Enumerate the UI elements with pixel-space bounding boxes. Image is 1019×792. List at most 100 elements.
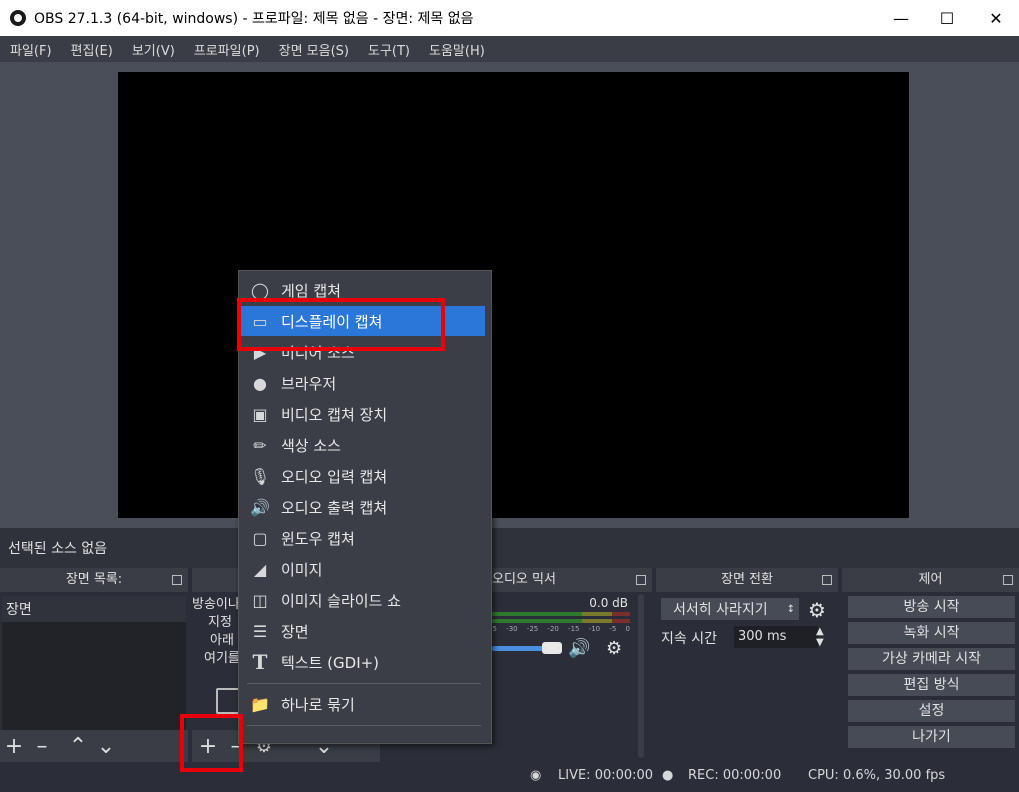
- title-bar: OBS 27.1.3 (64-bit, windows) - 프로파일: 제목 …: [0, 0, 1019, 36]
- volume-meter-green: [492, 619, 582, 623]
- float-dock-icon[interactable]: [1003, 575, 1013, 585]
- duration-input[interactable]: 300 ms: [734, 626, 818, 648]
- menu-item-image[interactable]: ◢ 이미지: [241, 554, 485, 584]
- menu-bar: 파일(F) 편집(E) 보기(V) 프로파일(P) 장면 모음(S) 도구(T)…: [0, 36, 1019, 62]
- studio-mode-button[interactable]: 편집 방식: [848, 674, 1015, 696]
- select-arrows-icon: ↕: [786, 603, 795, 615]
- speaker-icon[interactable]: 🔊: [568, 638, 590, 659]
- meter-tick: 0: [625, 625, 630, 633]
- menu-item-window-capture[interactable]: ▢ 윈도우 캡쳐: [241, 523, 485, 553]
- obs-logo-icon: [10, 10, 26, 26]
- move-scene-down-button[interactable]: ⌄: [92, 732, 120, 760]
- move-scene-up-button[interactable]: ⌃: [64, 732, 92, 760]
- scenes-dock-header: 장면 목록:: [0, 568, 188, 592]
- scenes-list: 장면: [2, 596, 186, 730]
- volume-meter-red: [612, 619, 630, 623]
- menu-profile[interactable]: 프로파일(P): [184, 40, 269, 59]
- menu-item-video-capture-device[interactable]: ▣ 비디오 캡쳐 장치: [241, 399, 485, 429]
- mixer-scrollbar[interactable]: [638, 594, 644, 758]
- menu-scene-collection[interactable]: 장면 모음(S): [269, 40, 358, 59]
- menu-file[interactable]: 파일(F): [0, 40, 61, 59]
- float-dock-icon[interactable]: [636, 575, 646, 585]
- transitions-dock: 장면 전환 서서히 사라지기 ↕ ⚙ 지속 시간 300 ms ▲ ▼: [656, 568, 838, 762]
- duration-label: 지속 시간: [661, 631, 717, 647]
- menu-tools[interactable]: 도구(T): [358, 40, 419, 59]
- volume-meter-yellow: [582, 619, 612, 623]
- add-scene-button[interactable]: +: [0, 732, 28, 760]
- meter-scale: -5 -30 -25 -20 -15 -10 -5 0: [490, 625, 630, 633]
- menu-separator: [247, 725, 481, 726]
- source-status-bar: 선택된 소스 없음: [0, 528, 1019, 568]
- duration-spinner[interactable]: ▲ ▼: [816, 626, 824, 648]
- settings-button[interactable]: 설정: [848, 700, 1015, 722]
- preview-area: [0, 62, 1019, 528]
- transition-select[interactable]: 서서히 사라지기 ↕: [661, 598, 799, 620]
- float-dock-icon[interactable]: [172, 575, 182, 585]
- start-recording-button[interactable]: 녹화 시작: [848, 622, 1015, 644]
- brush-icon: ✏: [253, 435, 267, 455]
- meter-tick: -15: [568, 625, 580, 633]
- menu-separator: [247, 683, 481, 684]
- menu-item-image-slideshow[interactable]: ◫ 이미지 슬라이드 쇼: [241, 585, 485, 615]
- hint-line: 여기를: [204, 651, 240, 666]
- menu-view[interactable]: 보기(V): [122, 40, 184, 59]
- exit-button[interactable]: 나가기: [848, 726, 1015, 748]
- camera-icon: ▣: [252, 404, 268, 424]
- controls-dock-header: 제어: [842, 568, 1019, 592]
- scenes-dock-title: 장면 목록:: [65, 572, 123, 587]
- close-button[interactable]: ✕: [973, 0, 1019, 36]
- meter-tick: -20: [547, 625, 559, 633]
- menu-item-audio-output-capture[interactable]: 🔊 오디오 출력 캡쳐: [241, 492, 485, 522]
- rec-time: REC: 00:00:00: [688, 768, 782, 783]
- controls-dock: 제어 방송 시작 녹화 시작 가상 카메라 시작 편집 방식 설정 나가기: [842, 568, 1019, 762]
- meter-tick: -10: [588, 625, 601, 633]
- hint-line: 방송이나: [192, 597, 240, 612]
- menu-item-color-source[interactable]: ✏ 색상 소스: [241, 430, 485, 460]
- volume-meter-green: [492, 612, 582, 616]
- speaker-icon: 🔊: [250, 497, 270, 517]
- menu-help[interactable]: 도움말(H): [419, 40, 494, 59]
- volume-meter-yellow: [582, 612, 612, 616]
- live-signal-icon: ◉: [530, 768, 542, 783]
- remove-scene-button[interactable]: –: [28, 732, 56, 760]
- preview-canvas[interactable]: [118, 72, 909, 518]
- menu-item-browser[interactable]: ● 브라우저: [241, 368, 485, 398]
- scene-item[interactable]: 장면: [2, 596, 186, 622]
- text-icon: T: [252, 650, 268, 674]
- window-title: OBS 27.1.3 (64-bit, windows) - 프로파일: 제목 …: [34, 11, 474, 27]
- annotation-highlight-display-capture: [237, 298, 445, 351]
- transition-selected-value: 서서히 사라지기: [673, 602, 768, 618]
- hint-line: 아래: [210, 633, 234, 648]
- controls-dock-title: 제어: [918, 572, 943, 587]
- audio-mixer-title: 오디오 믹서: [492, 572, 556, 587]
- minimize-button[interactable]: —: [878, 0, 924, 36]
- window-icon: ▢: [252, 528, 268, 548]
- mixer-settings-gear-icon[interactable]: ⚙: [606, 638, 622, 659]
- start-streaming-button[interactable]: 방송 시작: [848, 596, 1015, 618]
- menu-item-group[interactable]: 📁 하나로 묶기: [241, 689, 485, 719]
- float-dock-icon[interactable]: [822, 575, 832, 585]
- maximize-button[interactable]: ☐: [924, 0, 970, 36]
- meter-tick: -25: [526, 625, 539, 633]
- gamepad-icon: ◯: [251, 280, 269, 300]
- globe-icon: ●: [253, 373, 267, 393]
- menu-item-scene[interactable]: ☰ 장면: [241, 616, 485, 646]
- scenes-toolbar: + – ⌃ ⌄: [0, 730, 188, 762]
- volume-meter-red: [612, 612, 630, 616]
- live-time: LIVE: 00:00:00: [558, 768, 654, 783]
- image-icon: ◢: [253, 559, 267, 579]
- sources-empty-hint: 방송이나 지정 아래 여기를: [192, 596, 240, 668]
- folder-icon: 📁: [250, 694, 270, 714]
- cpu-fps: CPU: 0.6%, 30.00 fps: [808, 768, 946, 783]
- volume-slider-handle[interactable]: [542, 642, 562, 654]
- transition-settings-gear-icon[interactable]: ⚙: [808, 598, 826, 622]
- transitions-dock-header: 장면 전환: [656, 568, 838, 592]
- menu-item-text-gdi[interactable]: T 텍스트 (GDI+): [241, 647, 485, 677]
- scenes-dock: 장면 목록: 장면 + – ⌃ ⌄: [0, 568, 188, 762]
- meter-tick: -5: [609, 625, 617, 633]
- annotation-highlight-add-button: [180, 714, 243, 772]
- menu-item-audio-input-capture[interactable]: 🎙 오디오 입력 캡쳐: [241, 461, 485, 491]
- menu-edit[interactable]: 편집(E): [61, 40, 122, 59]
- start-virtual-camera-button[interactable]: 가상 카메라 시작: [848, 648, 1015, 670]
- meter-tick: -30: [506, 625, 518, 633]
